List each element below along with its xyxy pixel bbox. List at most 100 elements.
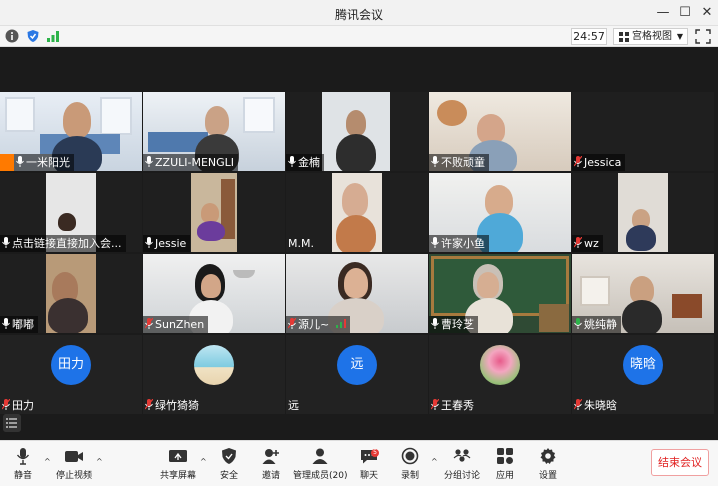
security-button[interactable]: 安全 [216,447,242,481]
window-title: 腾讯会议 [334,8,383,22]
mic-icon [145,156,153,167]
participant-name: 姚纯静 [572,316,621,333]
record-icon [401,447,419,465]
participant-name: ZZULI-MENGLI [143,154,239,171]
mic-icon [145,237,153,248]
mic-muted-icon [431,399,439,410]
chevron-down-icon: ▼ [676,32,683,41]
participant-name: 朱晓晗 [572,397,621,414]
share-screen-button[interactable]: 共享屏幕 [160,447,196,481]
chevron-up-icon[interactable]: ^ [96,457,103,466]
video-tile[interactable]: 金楠 [286,92,428,171]
close-icon[interactable]: ✕ [696,3,718,23]
video-tile[interactable]: 远 远 [286,335,428,414]
video-tile[interactable]: 许家小鱼 [429,173,571,252]
chevron-up-icon[interactable]: ^ [200,457,207,466]
participant-name: 一米阳光 [14,154,74,171]
record-button[interactable]: 录制 [398,447,422,481]
participant-name: 不败顽童 [429,154,489,171]
mic-icon [2,318,10,329]
view-mode-label: 宫格视图 [632,31,672,42]
video-tile[interactable]: 源儿~ [286,254,428,333]
grid-view-icon [619,32,629,42]
video-tile[interactable]: 田力 田力 [0,335,142,414]
participant-name: Jessie [143,235,191,252]
apps-button[interactable]: 应用 [493,447,517,481]
participant-name: 田力 [0,397,38,414]
stop-video-button[interactable]: 停止视频 [56,447,92,481]
mic-muted-icon [574,237,582,248]
video-tile[interactable]: 一米阳光 [0,92,142,171]
view-mode-button[interactable]: 宫格视图 ▼ [613,28,688,45]
mic-muted-icon [288,318,296,329]
mic-muted-icon [574,156,582,167]
participant-name: 王春秀 [429,397,478,414]
avatar: 田力 [51,345,91,385]
video-tile[interactable]: 王春秀 [429,335,571,414]
participant-name: 源儿~ [286,316,350,333]
mic-icon [431,156,439,167]
share-screen-icon [169,450,187,462]
avatar [480,345,520,385]
add-user-icon [262,449,279,464]
apps-icon [497,448,513,464]
participant-name: 许家小鱼 [429,235,489,252]
mic-muted-icon [145,318,153,329]
breakout-rooms-button[interactable]: 分组讨论 [444,447,480,481]
chevron-up-icon[interactable]: ^ [431,457,438,466]
video-tile[interactable]: 不败顽童 [429,92,571,171]
chevron-up-icon[interactable]: ^ [44,457,51,466]
mute-button[interactable]: 静音 [10,447,36,481]
mic-icon [431,237,439,248]
participant-name: Jessica [572,154,626,171]
video-tile[interactable]: 姚纯静 [572,254,714,333]
end-meeting-button[interactable]: 结束会议 [651,449,709,476]
members-icon [312,448,328,464]
meeting-timer: 24:57 [571,28,607,45]
camera-icon [65,451,83,462]
shield-icon[interactable] [26,29,40,43]
info-icon[interactable] [5,29,19,43]
participant-name: 金楠 [286,154,324,171]
fullscreen-icon[interactable] [694,28,712,45]
video-tile[interactable]: 曹玲芝 [429,254,571,333]
video-tile[interactable]: Jessica [572,92,714,171]
participant-name: 曹玲芝 [429,316,478,333]
video-stage: 一米阳光 ZZULI-MENGLI 金楠 不败顽童 Jessica 点击链接直接… [0,47,718,440]
video-tile[interactable]: 晓晗 朱晓晗 [572,335,714,414]
invite-button[interactable]: 邀请 [258,447,284,481]
participant-name: M.M. [288,237,314,250]
microphone-icon [16,448,30,465]
settings-button[interactable]: 设置 [536,447,560,481]
mic-icon [431,318,439,329]
list-icon[interactable] [3,414,21,432]
mic-icon [288,156,296,167]
signal-icon[interactable] [46,29,60,43]
signal-icon [335,319,346,328]
video-tile[interactable]: M.M. [286,173,428,252]
participant-name: 绿竹猗猗 [143,397,203,414]
video-tile[interactable]: 点击链接直接加入会... [0,173,142,252]
video-tile[interactable]: 嘟嘟 [0,254,142,333]
avatar [194,345,234,385]
gear-icon [540,448,556,464]
mic-icon [2,237,10,248]
mic-muted-icon [574,399,582,410]
manage-members-button[interactable]: 管理成员(20) [293,447,347,481]
video-tile[interactable]: wz [572,173,714,252]
shield-icon [222,448,236,464]
mic-icon [16,156,24,167]
video-tile[interactable]: SunZhen [143,254,285,333]
breakout-icon [453,449,471,462]
meeting-toolbar: 静音 ^ 停止视频 ^ 共享屏幕 ^ 安全 邀请 管理成员(20) 聊天 录制 … [0,440,718,486]
meeting-info-bar: 24:57 宫格视图 ▼ [0,26,718,47]
minimize-icon[interactable]: — [652,3,674,23]
participant-name: 远 [288,399,299,412]
avatar: 晓晗 [623,345,663,385]
video-tile[interactable]: Jessie [143,173,285,252]
video-tile[interactable]: ZZULI-MENGLI [143,92,285,171]
participant-name: 嘟嘟 [0,316,38,333]
maximize-icon[interactable]: ☐ [674,3,696,23]
participant-name: 点击链接直接加入会... [0,235,126,252]
video-tile[interactable]: 绿竹猗猗 [143,335,285,414]
